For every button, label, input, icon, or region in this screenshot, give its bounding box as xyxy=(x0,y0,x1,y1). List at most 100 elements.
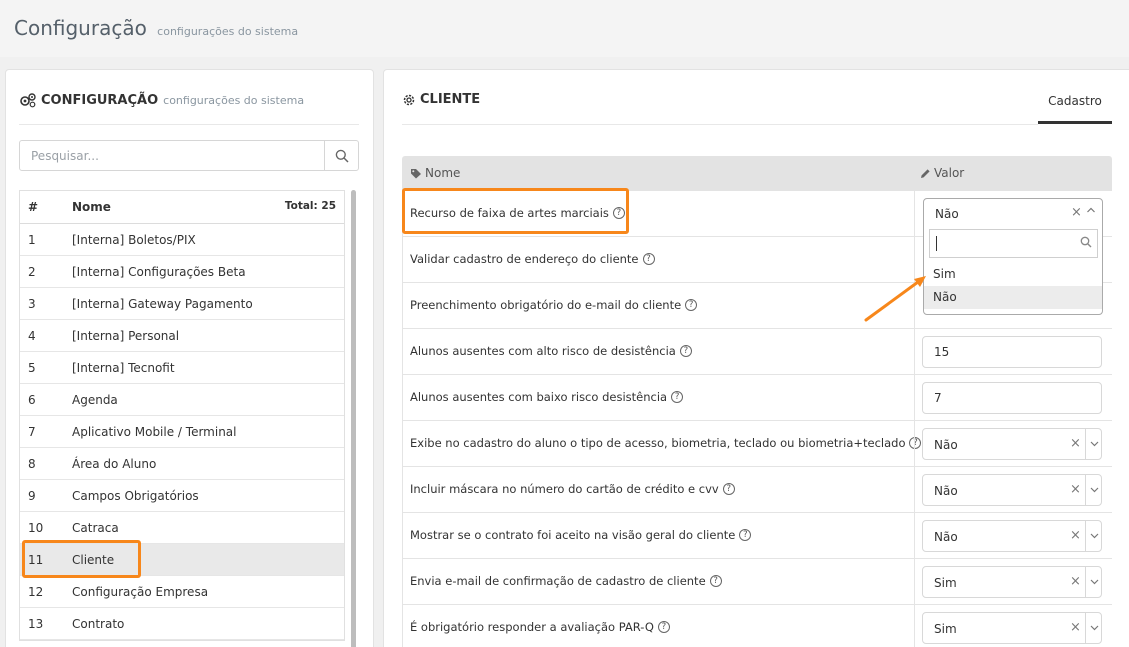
list-item[interactable]: 6 Agenda xyxy=(20,384,344,416)
help-icon[interactable]: ? xyxy=(671,391,684,403)
alto-risco-input[interactable] xyxy=(922,336,1102,368)
column-divider xyxy=(914,329,915,374)
help-icon[interactable]: ? xyxy=(739,529,752,541)
tag-icon xyxy=(411,168,421,178)
list-item[interactable]: 12 Configuração Empresa xyxy=(20,576,344,608)
clear-icon[interactable]: × xyxy=(1070,620,1081,635)
setting-row: Envia e-mail de confirmação de cadastro … xyxy=(402,559,1112,605)
baixo-risco-input[interactable] xyxy=(922,382,1102,414)
page-title: Configuração configurações do sistema xyxy=(14,16,298,40)
item-number: 13 xyxy=(28,617,44,631)
help-icon[interactable]: ? xyxy=(642,253,655,265)
item-number: 5 xyxy=(28,361,36,375)
chevron-down-icon[interactable] xyxy=(1085,429,1102,459)
search-icon xyxy=(1080,236,1092,248)
help-icon[interactable]: ? xyxy=(657,621,670,633)
tab-cadastro[interactable]: Cadastro xyxy=(1038,94,1112,124)
clear-icon[interactable]: × xyxy=(1070,436,1081,451)
value-select[interactable]: Não × xyxy=(922,520,1102,552)
clear-icon[interactable]: × xyxy=(1071,205,1082,220)
list-item[interactable]: 4 [Interna] Personal xyxy=(20,320,344,352)
item-label: Contrato xyxy=(72,617,125,631)
clear-icon[interactable]: × xyxy=(1070,528,1081,543)
item-number: 4 xyxy=(28,329,36,343)
highlight-box-artes-marciais xyxy=(402,188,629,234)
clear-icon[interactable]: × xyxy=(1070,574,1081,589)
setting-label: Alunos ausentes com alto risco de desist… xyxy=(410,344,692,358)
help-icon[interactable]: ? xyxy=(685,299,698,311)
list-item[interactable]: 13 Contrato xyxy=(20,608,344,640)
search-input[interactable] xyxy=(20,141,324,170)
hash-icon: # xyxy=(28,200,39,214)
item-number: 12 xyxy=(28,585,44,599)
config-list-panel: CONFIGURAÇÃO configurações do sistema # … xyxy=(5,69,374,647)
chevron-down-icon[interactable] xyxy=(1085,475,1102,505)
list-item[interactable]: 2 [Interna] Configurações Beta xyxy=(20,256,344,288)
list-scrollbar[interactable] xyxy=(351,190,356,647)
column-divider xyxy=(914,559,915,604)
value-select[interactable]: Não × xyxy=(922,428,1102,460)
item-number: 3 xyxy=(28,297,36,311)
list-item[interactable]: 7 Aplicativo Mobile / Terminal xyxy=(20,416,344,448)
setting-label-text: Envia e-mail de confirmação de cadastro … xyxy=(410,574,706,588)
list-item[interactable]: 5 [Interna] Tecnofit xyxy=(20,352,344,384)
setting-row: Mostrar se o contrato foi aceito na visã… xyxy=(402,513,1112,559)
search-icon xyxy=(335,149,349,163)
cliente-panel: CLIENTE Cadastro Nome Valor Recurso de f… xyxy=(383,69,1129,647)
gears-icon xyxy=(20,93,36,108)
heading-divider xyxy=(402,124,1038,125)
setting-label-text: Preenchimento obrigatório do e-mail do c… xyxy=(410,298,682,312)
column-divider xyxy=(914,467,915,512)
value-select[interactable]: Sim × xyxy=(922,612,1102,644)
column-divider xyxy=(914,605,915,647)
value-select[interactable]: Não × xyxy=(922,474,1102,506)
chevron-down-icon[interactable] xyxy=(1085,521,1102,551)
chevron-down-icon[interactable] xyxy=(1085,613,1102,643)
chevron-up-icon[interactable] xyxy=(1086,203,1096,220)
highlight-box-cliente xyxy=(22,540,141,578)
item-label: Área do Aluno xyxy=(72,457,157,471)
list-item[interactable]: 1 [Interna] Boletos/PIX xyxy=(20,224,344,256)
value-dropdown-open[interactable]: Não × Sim Não xyxy=(923,198,1103,315)
setting-label-text: Alunos ausentes com alto risco de desist… xyxy=(410,344,676,358)
right-heading-text: CLIENTE xyxy=(420,92,481,107)
list-item[interactable]: 3 [Interna] Gateway Pagamento xyxy=(20,288,344,320)
search-box xyxy=(19,140,359,171)
item-number: 7 xyxy=(28,425,36,439)
help-icon[interactable]: ? xyxy=(722,483,735,495)
list-header: # Nome Total: 25 xyxy=(20,191,344,224)
list-item[interactable]: 9 Campos Obrigatórios xyxy=(20,480,344,512)
item-label: [Interna] Gateway Pagamento xyxy=(72,297,253,311)
help-icon[interactable]: ? xyxy=(709,575,722,587)
item-label: Campos Obrigatórios xyxy=(72,489,199,503)
left-heading-text: CONFIGURAÇÃO xyxy=(41,92,159,108)
help-icon[interactable]: ? xyxy=(679,345,692,357)
help-icon[interactable]: ? xyxy=(909,437,922,449)
column-divider xyxy=(914,513,915,558)
item-label: Agenda xyxy=(72,393,118,407)
item-label: Configuração Empresa xyxy=(72,585,209,599)
search-button[interactable] xyxy=(324,141,358,170)
list-item[interactable]: 8 Área do Aluno xyxy=(20,448,344,480)
item-label: [Interna] Personal xyxy=(72,329,180,343)
item-number: 2 xyxy=(28,265,36,279)
setting-row: Alunos ausentes com baixo risco desistên… xyxy=(402,375,1112,421)
chevron-down-icon[interactable] xyxy=(1085,567,1102,597)
left-heading-sub: configurações do sistema xyxy=(163,93,305,107)
dropdown-option-sim[interactable]: Sim xyxy=(924,263,1102,286)
setting-label-text: Alunos ausentes com baixo risco desistên… xyxy=(410,390,668,404)
list-header-name: Nome xyxy=(72,200,111,214)
select-value: Não xyxy=(934,484,958,498)
dropdown-option-nao[interactable]: Não xyxy=(924,286,1102,309)
pencil-icon xyxy=(921,168,930,178)
item-number: 8 xyxy=(28,457,36,471)
setting-row: Alunos ausentes com alto risco de desist… xyxy=(402,329,1112,375)
value-select[interactable]: Sim × xyxy=(922,566,1102,598)
setting-row: Exibe no cadastro do aluno o tipo de ace… xyxy=(402,421,1112,467)
column-divider xyxy=(914,375,915,420)
clear-icon[interactable]: × xyxy=(1070,482,1081,497)
dropdown-current-value: Não xyxy=(935,207,959,221)
dropdown-search-input[interactable] xyxy=(930,230,1070,257)
setting-label: Preenchimento obrigatório do e-mail do c… xyxy=(410,298,698,312)
setting-label-text: Mostrar se o contrato foi aceito na visã… xyxy=(410,528,736,542)
